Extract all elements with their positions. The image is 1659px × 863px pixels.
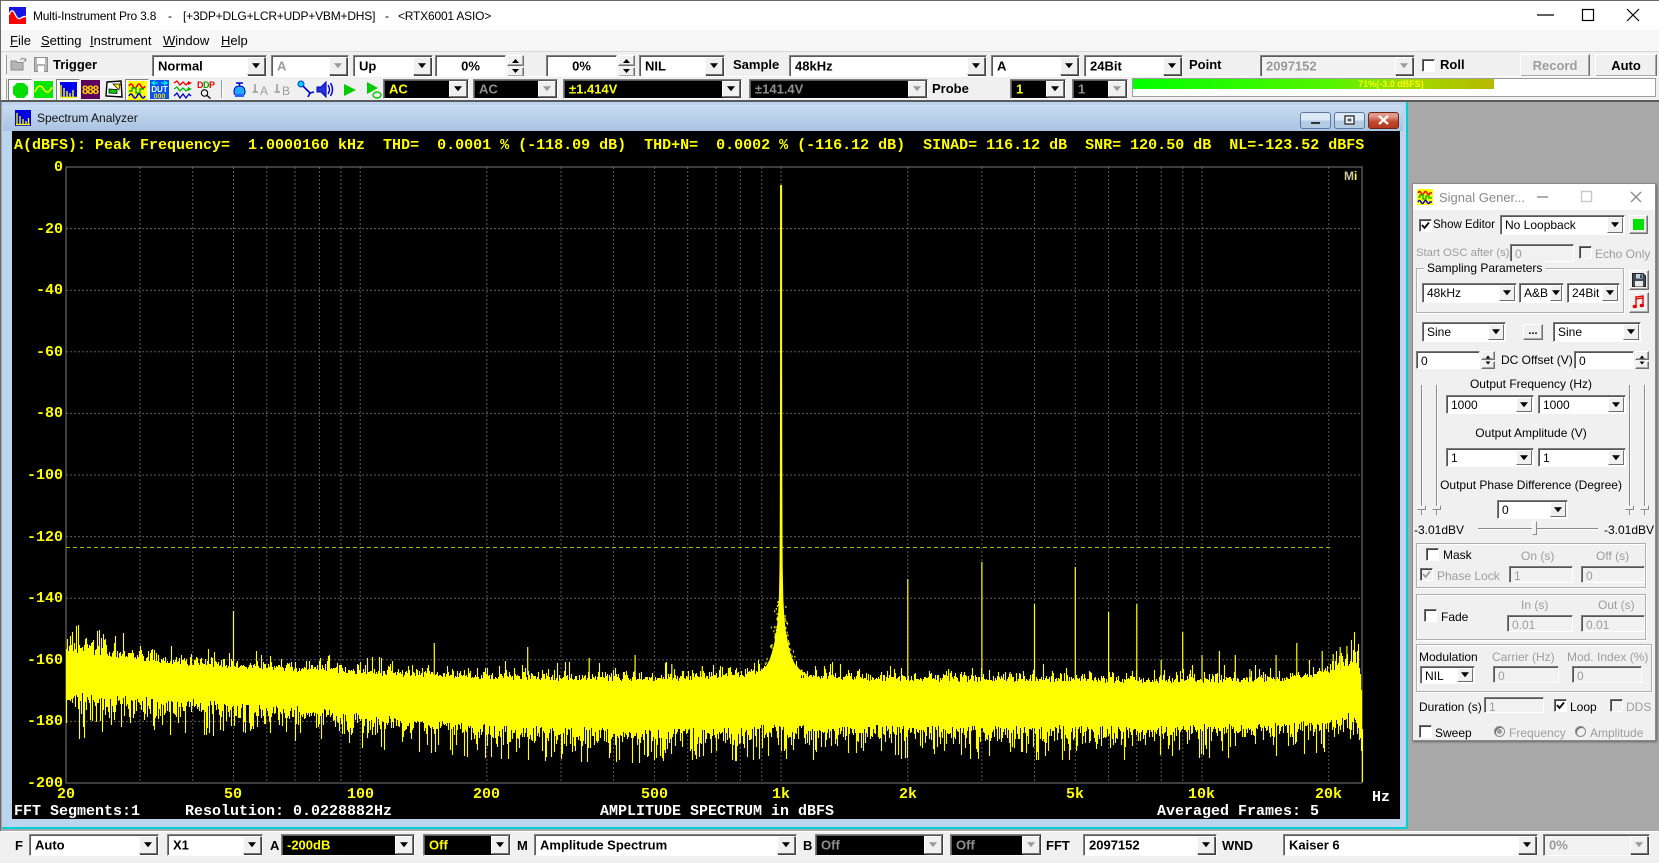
- svg-text:P: P: [209, 80, 215, 90]
- svg-text:B: B: [282, 84, 290, 98]
- svg-text:888: 888: [82, 85, 100, 97]
- svg-text:A: A: [260, 84, 268, 98]
